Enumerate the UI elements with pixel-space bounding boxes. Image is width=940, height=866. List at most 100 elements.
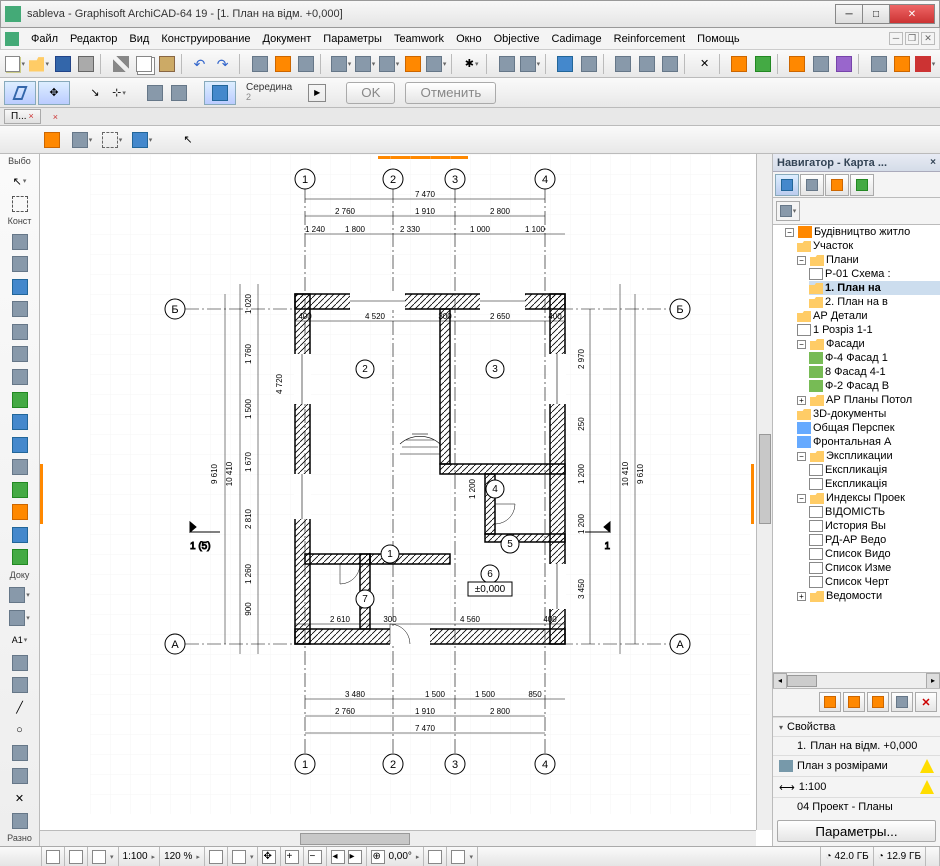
properties-header[interactable]: ▾Свойства [773, 717, 940, 736]
snap-tool[interactable]: ✱▾ [461, 53, 482, 75]
tool-i[interactable]: ✕ [694, 53, 715, 75]
status-scale[interactable]: 1:100 [123, 851, 148, 862]
prev-view-icon[interactable]: ◂ [331, 850, 345, 864]
spline-tool[interactable] [8, 765, 32, 786]
dim-tool-3[interactable]: ▾ [378, 53, 400, 75]
nav-tab-view[interactable] [800, 174, 824, 196]
tab-palette[interactable]: П...× [4, 109, 41, 124]
print-button[interactable] [75, 53, 96, 75]
maximize-button[interactable]: □ [862, 4, 890, 24]
paste-button[interactable] [156, 53, 177, 75]
marquee-tool[interactable] [8, 194, 32, 215]
tool-p[interactable]: ▾ [914, 53, 936, 75]
transform-2[interactable] [168, 82, 190, 104]
nav-1[interactable]: ▾ [70, 129, 94, 151]
status-angle[interactable]: 0,00° [388, 851, 411, 862]
nav-btn-4[interactable] [891, 692, 913, 712]
new-button[interactable]: ▾ [4, 53, 26, 75]
nav-chooser[interactable]: ▾ [776, 201, 800, 221]
cut-button[interactable] [110, 53, 131, 75]
copy-button[interactable] [133, 53, 154, 75]
status-icon-2[interactable] [69, 850, 83, 864]
door-tool[interactable] [8, 254, 32, 275]
mesh-tool[interactable] [8, 547, 32, 568]
undo-button[interactable]: ↶ [191, 53, 212, 75]
cancel-button[interactable]: Отменить [405, 82, 496, 104]
nav-home[interactable] [40, 129, 64, 151]
zoom-win-icon[interactable] [232, 850, 246, 864]
tool-j[interactable] [729, 53, 750, 75]
poly-tool[interactable] [8, 743, 32, 764]
menu-help[interactable]: Помощь [691, 33, 746, 45]
mdi-restore[interactable]: ❐ [905, 32, 919, 45]
tool-e[interactable]: ▾ [519, 53, 541, 75]
menu-objective[interactable]: Objective [488, 33, 546, 45]
scroll-horizontal[interactable] [40, 830, 756, 846]
tab-close-2[interactable]: × [53, 112, 58, 122]
nav-tab-publisher[interactable] [850, 174, 874, 196]
level-tool[interactable]: ▾ [8, 607, 32, 628]
dim-tool-1[interactable]: ▾ [330, 53, 352, 75]
next-view-icon[interactable]: ▸ [348, 850, 362, 864]
status-icon-3[interactable] [92, 850, 106, 864]
nav-3[interactable]: ▾ [130, 129, 154, 151]
play-button[interactable]: ▶ [308, 84, 326, 102]
menu-file[interactable]: Файл [25, 33, 64, 45]
status-zoom[interactable]: 120 % [164, 851, 192, 862]
tool-m[interactable] [810, 53, 831, 75]
tool-n[interactable] [833, 53, 854, 75]
line-tool[interactable]: ╱ [8, 698, 32, 719]
tool-b[interactable] [272, 53, 293, 75]
menu-construct[interactable]: Конструирование [155, 33, 256, 45]
tool-l[interactable] [787, 53, 808, 75]
menu-window[interactable]: Окно [450, 33, 488, 45]
redo-button[interactable]: ↷ [214, 53, 235, 75]
hotspot-tool[interactable]: ✕ [8, 788, 32, 809]
zoom-ext-icon[interactable] [209, 850, 223, 864]
navigator-tree[interactable]: −Будівництво житло Участок −Плани Р-01 С… [773, 225, 940, 689]
nav-tab-project[interactable] [775, 174, 799, 196]
drawing-canvas[interactable]: 1 2 3 4 1 2 3 4 Б А Б А [40, 154, 772, 846]
menu-document[interactable]: Документ [257, 33, 318, 45]
zone-tool[interactable] [8, 525, 32, 546]
tool-k[interactable] [752, 53, 773, 75]
nav-btn-3[interactable] [867, 692, 889, 712]
nav-2[interactable]: ▾ [100, 129, 124, 151]
snap-mid[interactable]: ⊹▾ [108, 82, 130, 104]
menu-reinforcement[interactable]: Reinforcement [608, 33, 692, 45]
nav-btn-delete[interactable]: ✕ [915, 692, 937, 712]
orient-icon[interactable]: ⊕ [371, 850, 385, 864]
params-button[interactable]: Параметры... [777, 820, 936, 842]
zoom-in-icon[interactable]: + [285, 850, 299, 864]
mdi-close[interactable]: ✕ [921, 32, 935, 45]
dim-tool[interactable]: ▾ [8, 585, 32, 606]
transform-1[interactable] [144, 82, 166, 104]
layout-name[interactable]: 04 Проект - Планы [797, 801, 934, 813]
layout-tool-1[interactable] [555, 53, 576, 75]
view-icon-b[interactable] [451, 850, 465, 864]
open-button[interactable]: ▾ [28, 53, 50, 75]
curtain-tool[interactable] [8, 457, 32, 478]
nav-tab-layout[interactable] [825, 174, 849, 196]
save-button[interactable] [52, 53, 73, 75]
tool-a[interactable] [249, 53, 270, 75]
stair-tool[interactable] [8, 367, 32, 388]
dim-tool-5[interactable]: ▾ [425, 53, 447, 75]
tool-g[interactable] [636, 53, 657, 75]
wall-tool[interactable] [8, 231, 32, 252]
nav-pointer[interactable]: ↖ [176, 129, 200, 151]
ok-button[interactable]: OK [346, 82, 395, 104]
view-icon-a[interactable] [428, 850, 442, 864]
window-tool[interactable] [8, 276, 32, 297]
figure-tool[interactable] [8, 810, 32, 831]
scroll-vertical[interactable] [756, 154, 772, 830]
tool-h[interactable] [659, 53, 680, 75]
pan-icon[interactable]: ✥ [262, 850, 276, 864]
tool-f[interactable] [613, 53, 634, 75]
roof-tool[interactable] [8, 389, 32, 410]
label-tool[interactable] [8, 652, 32, 673]
menu-teamwork[interactable]: Teamwork [388, 33, 450, 45]
beam-tool[interactable] [8, 322, 32, 343]
mode-arrow[interactable] [4, 81, 36, 105]
dim-tool-4[interactable] [402, 53, 423, 75]
